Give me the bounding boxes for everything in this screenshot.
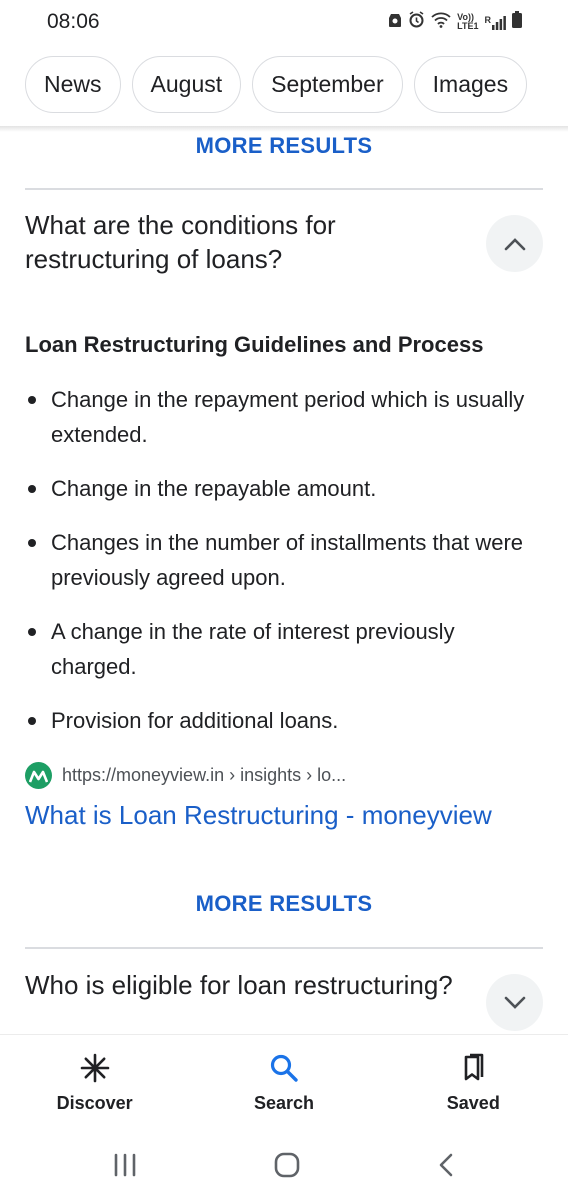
chip-august[interactable]: August <box>131 56 242 113</box>
alarm-icon <box>408 11 425 33</box>
nav-saved[interactable]: Saved <box>398 1035 548 1134</box>
source-url[interactable]: https://moneyview.in › insights › lo... <box>62 765 346 786</box>
system-navigation-bar <box>0 1134 568 1200</box>
collapse-button[interactable] <box>486 215 543 272</box>
list-item: Changes in the number of installments th… <box>25 525 535 595</box>
divider <box>25 188 543 190</box>
status-bar: 08:06 Vo)) LTE1 R <box>0 0 568 46</box>
nav-search-label: Search <box>253 1093 314 1113</box>
result-link-moneyview[interactable]: What is Loan Restructuring - moneyview <box>25 800 492 831</box>
search-icon <box>270 1054 298 1082</box>
signal-icon: R <box>485 15 507 30</box>
filter-chips: News August September Images <box>25 56 528 113</box>
moneyview-favicon-icon <box>25 762 52 789</box>
home-icon[interactable] <box>273 1151 301 1184</box>
status-time: 08:06 <box>47 10 100 33</box>
list-item: Change in the repayable amount. <box>25 471 535 506</box>
chip-news[interactable]: News <box>25 56 121 113</box>
list-item: Change in the repayment period which is … <box>25 382 535 452</box>
nav-search[interactable]: Search <box>209 1035 359 1134</box>
volte-label: Vo)) LTE1 <box>457 12 479 31</box>
nav-discover-label: Discover <box>56 1093 133 1113</box>
more-results-button-bottom[interactable]: MORE RESULTS <box>0 891 568 917</box>
question-eligibility[interactable]: Who is eligible for loan restructuring? <box>25 968 465 1002</box>
battery-icon <box>512 11 522 33</box>
wifi-icon <box>431 12 451 33</box>
question-conditions-restructuring[interactable]: What are the conditions for restructurin… <box>25 208 465 276</box>
expand-button[interactable] <box>486 974 543 1031</box>
notification-icon <box>388 12 402 33</box>
chevron-down-icon <box>504 996 525 1009</box>
answer-heading: Loan Restructuring Guidelines and Proces… <box>25 332 484 357</box>
more-results-button-top[interactable]: MORE RESULTS <box>0 133 568 159</box>
recent-apps-icon[interactable] <box>112 1153 138 1182</box>
discover-asterisk-icon <box>80 1053 109 1083</box>
nav-saved-label: Saved <box>446 1093 500 1113</box>
chip-september[interactable]: September <box>252 56 403 113</box>
back-icon[interactable] <box>436 1152 456 1183</box>
status-icons: Vo)) LTE1 R <box>388 11 522 33</box>
chevron-up-icon <box>504 237 525 250</box>
saved-bookmark-icon <box>465 1053 484 1081</box>
list-item: Provision for additional loans. <box>25 703 535 738</box>
list-item: A change in the rate of interest previou… <box>25 614 535 684</box>
chips-shadow <box>0 126 568 132</box>
source-row[interactable]: https://moneyview.in › insights › lo... <box>25 762 346 789</box>
answer-bullet-list: Change in the repayment period which is … <box>25 382 535 757</box>
bottom-navigation: Discover Search Saved <box>0 1034 568 1134</box>
chip-images[interactable]: Images <box>413 56 528 113</box>
divider <box>25 947 543 949</box>
nav-discover[interactable]: Discover <box>20 1035 170 1134</box>
